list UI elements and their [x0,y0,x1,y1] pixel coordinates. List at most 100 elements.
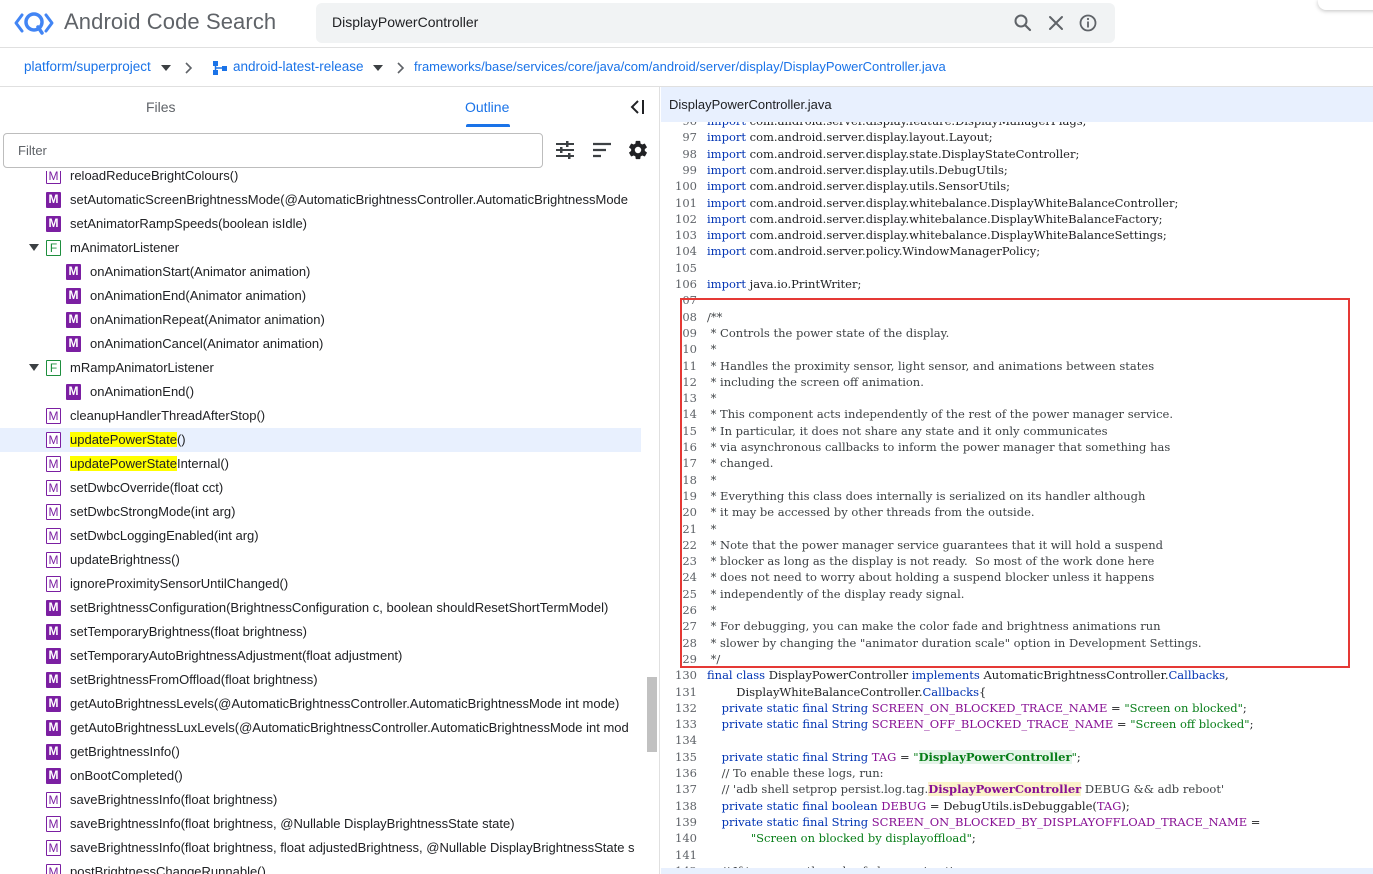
code-line: 130 final class DisplayPowerController im… [661,667,1373,683]
outline-item[interactable]: MsetBrightnessFromOffload(float brightne… [0,668,641,692]
outline-item[interactable]: MupdatePowerState() [0,428,641,452]
code-text: final class DisplayPowerController imple… [707,668,1229,683]
info-icon[interactable] [1078,13,1098,33]
line-number[interactable]: 140 [661,830,697,846]
tune-icon[interactable] [554,139,576,161]
outline-item[interactable]: MupdateBrightness() [0,548,641,572]
expand-arrow-icon[interactable] [29,364,39,371]
outline-item[interactable]: FmAnimatorListener [0,236,641,260]
code-search-logo-icon[interactable] [14,8,54,38]
method-icon: M [46,576,61,592]
line-number[interactable]: 100 [661,178,697,194]
code-line: 97 import com.android.server.display.layo… [661,129,1373,145]
outline-item[interactable]: MonAnimationRepeat(Animator animation) [0,308,641,332]
code-text: private static final String TAG = "Displ… [721,749,1081,764]
method-icon: M [46,456,61,472]
outline-panel: Files Outline MreloadReduceBrightColours… [0,87,660,874]
outline-item[interactable]: MonAnimationCancel(Animator animation) [0,332,641,356]
line-number[interactable]: 135 [661,749,697,765]
chevron-down-icon[interactable] [161,64,171,72]
line-number[interactable]: 102 [661,211,697,227]
line-number[interactable]: 106 [661,276,697,292]
close-icon[interactable] [1046,13,1066,33]
outline-item[interactable]: MsetTemporaryBrightness(float brightness… [0,620,641,644]
outline-item-label: mAnimatorListener [70,240,180,255]
code-text: import com.android.server.display.state.… [707,146,1080,161]
outline-item-label: setDwbcOverride(float cct) [70,480,224,495]
expand-arrow-icon[interactable] [29,244,39,251]
line-number[interactable]: 136 [661,765,697,781]
outline-item-label: updateBrightness() [70,552,180,567]
outline-item[interactable]: MgetAutoBrightnessLevels(@AutomaticBrigh… [0,692,641,716]
line-number[interactable]: 137 [661,781,697,797]
outline-item[interactable]: MreloadReduceBrightColours() [0,171,641,188]
filter-input[interactable] [3,133,543,168]
outline-item[interactable]: MonAnimationStart(Animator animation) [0,260,641,284]
outline-item[interactable]: MonAnimationEnd() [0,380,641,404]
outline-item[interactable]: MgetAutoBrightnessLuxLevels(@AutomaticBr… [0,716,641,740]
breadcrumb-branch-link[interactable]: android-latest-release [233,59,364,74]
tab-files[interactable]: Files [146,99,176,115]
search-match-highlight: updatePowerState [70,456,177,471]
line-number[interactable]: 141 [661,847,697,863]
outline-item-label: updatePowerStateInternal() [70,456,229,471]
tab-outline[interactable]: Outline [465,99,509,115]
outline-item[interactable]: McleanupHandlerThreadAfterStop() [0,404,641,428]
outline-item[interactable]: MgetBrightnessInfo() [0,740,641,764]
sort-icon[interactable] [591,139,613,161]
chevron-down-icon[interactable] [373,64,383,72]
chevron-right-icon [397,62,405,74]
panel-tabs: Files Outline [0,87,659,127]
outline-item[interactable]: MsaveBrightnessInfo(float brightness, @N… [0,812,641,836]
app-title[interactable]: Android Code Search [64,9,276,35]
outline-item[interactable]: MsetDwbcLoggingEnabled(int arg) [0,524,641,548]
search-input[interactable]: DisplayPowerController [332,14,478,30]
outline-item[interactable]: MonBootCompleted() [0,764,641,788]
code-line: 101 import com.android.server.display.whi… [661,195,1373,211]
line-number[interactable]: 134 [661,732,697,748]
outline-item[interactable]: MsetAutomaticScreenBrightnessMode(@Autom… [0,188,641,212]
line-number[interactable]: 101 [661,195,697,211]
outline-item[interactable]: MpostBrightnessChangeRunnable() [0,860,641,874]
outline-item-label: setDwbcLoggingEnabled(int arg) [70,528,259,543]
breadcrumb-project-link[interactable]: platform/superproject [24,59,151,74]
search-match-highlight: updatePowerState [70,432,177,447]
code-line: 106 import java.io.PrintWriter; [661,276,1373,292]
outline-item[interactable]: MsetTemporaryAutoBrightnessAdjustment(fl… [0,644,641,668]
outline-item[interactable]: MsetDwbcStrongMode(int arg) [0,500,641,524]
line-number[interactable]: 99 [661,162,697,178]
line-number[interactable]: 138 [661,798,697,814]
outline-scrollbar-thumb[interactable] [647,677,657,752]
outline-item[interactable]: MsaveBrightnessInfo(float brightness, fl… [0,836,641,860]
line-number[interactable]: 139 [661,814,697,830]
outline-item[interactable]: MupdatePowerStateInternal() [0,452,641,476]
line-number[interactable]: 133 [661,716,697,732]
outline-item[interactable]: MsaveBrightnessInfo(float brightness) [0,788,641,812]
search-box[interactable]: DisplayPowerController [316,3,1115,43]
code-line: 105 [661,260,1373,276]
outline-item-label: updatePowerState() [70,432,186,447]
outline-item[interactable]: MsetAnimatorRampSpeeds(boolean isIdle) [0,212,641,236]
collapse-panel-icon[interactable] [628,97,648,117]
outline-item[interactable]: MonAnimationEnd(Animator animation) [0,284,641,308]
outline-scrollbar-track[interactable] [644,171,659,874]
search-icon[interactable] [1013,13,1033,33]
line-number[interactable]: 131 [661,684,697,700]
method-icon: M [66,384,81,400]
outline-item[interactable]: MignoreProximitySensorUntilChanged() [0,572,641,596]
gear-icon[interactable] [627,139,649,161]
line-number[interactable]: 98 [661,146,697,162]
code-text: // 'adb shell setprop persist.log.tag.Di… [707,782,1225,797]
line-number[interactable]: 105 [661,260,697,276]
method-icon: M [46,720,61,736]
line-number[interactable]: 103 [661,227,697,243]
outline-item[interactable]: MsetBrightnessConfiguration(BrightnessCo… [0,596,641,620]
line-number[interactable]: 96 [661,122,697,129]
line-number[interactable]: 104 [661,243,697,259]
line-number[interactable]: 132 [661,700,697,716]
outline-item[interactable]: MsetDwbcOverride(float cct) [0,476,641,500]
line-number[interactable]: 97 [661,129,697,145]
outline-item[interactable]: FmRampAnimatorListener [0,356,641,380]
line-number[interactable]: 130 [661,667,697,683]
breadcrumb-path-link[interactable]: frameworks/base/services/core/java/com/a… [414,59,946,74]
